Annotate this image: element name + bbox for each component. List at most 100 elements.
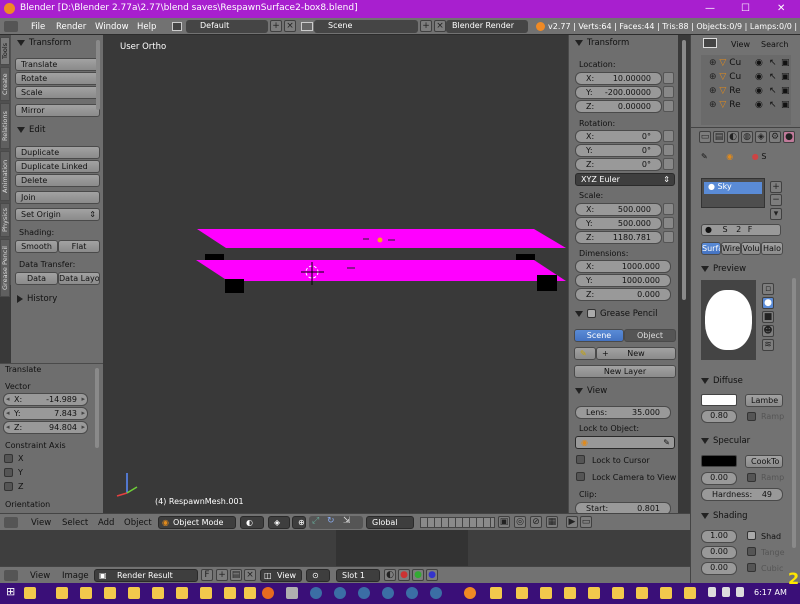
preview-cube-icon[interactable]: ■ [762,311,774,323]
rotation-z-field[interactable]: Z: 0° [575,158,662,171]
n-transform-header[interactable]: Transform [575,38,629,48]
maximize-button[interactable]: ☐ [741,3,750,14]
eye-icon[interactable]: ◉ [755,100,763,110]
dimension-y-field[interactable]: Y: 1000.000 [575,274,671,287]
toolshelf-scrollbar[interactable] [96,40,100,110]
scale-y-field[interactable]: Y: 500.000 [575,217,662,230]
dimension-z-field[interactable]: Z: 0.000 [575,288,671,301]
lock-rot-y-icon[interactable] [663,144,674,156]
taskbar-app-icon[interactable] [660,587,672,599]
operator-scrollbar[interactable] [95,368,99,448]
rotation-y-field[interactable]: Y: 0° [575,144,662,157]
scene-tab-icon[interactable]: ◐ [727,131,739,143]
tray-icon[interactable] [722,587,730,597]
material-datablock-row[interactable]: ● S 2 F [701,224,781,236]
history-panel-header[interactable]: History [17,294,57,304]
smooth-button[interactable]: Smooth [15,240,58,253]
shading-panel-header[interactable]: Shading [701,511,748,521]
menu-help[interactable]: Help [137,22,156,32]
lock-z-icon[interactable] [663,100,674,112]
volume-tab[interactable]: Volu [741,242,761,255]
preview-plane-icon[interactable]: ▫ [762,283,774,295]
rotation-mode-select[interactable]: XYZ Euler ⇕ [575,173,675,186]
preview-sphere-icon[interactable]: ● [762,297,774,309]
tangent-checkbox[interactable] [747,547,756,556]
grease-pencil-header[interactable]: Grease Pencil [575,309,658,319]
lock-scale-y-icon[interactable] [663,217,674,229]
outliner-view-menu[interactable]: View [731,40,750,49]
manipulator-toggle[interactable]: ⊕ [292,516,306,529]
modifier-tab-icon[interactable]: ⚙ [769,131,781,143]
taskbar-app-icon[interactable] [564,587,576,599]
menu-view[interactable]: View [31,518,51,528]
tab-relations[interactable]: Relations [0,103,10,149]
slot-select[interactable]: Slot 1 [336,569,380,582]
shading-select[interactable]: ◐ [240,516,264,529]
taskbar-app-icon[interactable] [80,587,92,599]
steam-icon[interactable] [334,587,346,599]
menu-render[interactable]: Render [56,22,86,32]
lock-scale-x-icon[interactable] [663,203,674,215]
image-menu-view[interactable]: View [30,571,50,581]
constraint-x-checkbox[interactable] [4,454,13,463]
properties-scrollbar[interactable] [792,278,796,548]
hardness-field[interactable]: Hardness: 49 [701,488,783,501]
remove-material-slot-button[interactable]: − [770,194,782,206]
pivot-select[interactable]: ◈ [268,516,290,529]
taskbar-app-icon[interactable] [636,587,648,599]
cursor-icon[interactable]: ↖ [769,100,777,110]
specular-color-swatch[interactable] [701,455,737,467]
steam-icon[interactable] [310,587,322,599]
editor-type-icon[interactable] [4,570,18,581]
gp-brush-button[interactable]: ✎ [574,347,596,360]
translucency-field[interactable]: 0.00 [701,562,737,575]
wire-tab[interactable]: Wire [721,242,741,255]
eye-icon[interactable]: ◉ [755,72,763,82]
lock-to-cursor-checkbox[interactable] [576,455,585,464]
vector-y-field[interactable]: ◂ Y: 7.843 ▸ [3,407,88,420]
location-z-field[interactable]: Z: 0.00000 [575,100,662,113]
unlink-image-button[interactable]: × [244,569,256,581]
duplicate-button[interactable]: Duplicate [15,146,100,159]
cursor-icon[interactable]: ↖ [769,58,777,68]
pin-icon[interactable]: ✎ [701,152,708,161]
add-scene-button[interactable]: + [420,20,432,32]
steam-icon[interactable] [358,587,370,599]
eyedropper-icon[interactable]: ✎ [663,438,670,447]
render-engine-select[interactable]: Blender Render [446,20,528,33]
constraint-z-checkbox[interactable] [4,482,13,491]
grease-pencil-checkbox[interactable] [587,309,596,318]
taskbar-app-icon[interactable] [176,587,188,599]
firefox-icon[interactable] [262,587,274,599]
outliner-row[interactable]: ⊕ ▽ Cu ◉ ↖ ▣ [709,58,790,70]
lock-x-icon[interactable] [663,72,674,84]
channel-blue-icon[interactable]: ● [426,569,438,581]
diffuse-color-swatch[interactable] [701,394,737,406]
location-x-field[interactable]: X: 10.00000 [575,72,662,85]
layer-grid[interactable] [420,517,495,528]
tab-grease-pencil[interactable]: Grease Pencil [0,239,10,297]
menu-add[interactable]: Add [98,518,114,528]
render-view-icon[interactable]: ▶ [566,516,578,528]
scale-widget-icon[interactable]: ⇲ [343,516,351,526]
new-image-button[interactable]: + [216,569,228,581]
taskbar-app-icon[interactable] [128,587,140,599]
camera-icon[interactable]: ▣ [781,100,790,110]
material-tab-icon[interactable]: ● [783,131,795,143]
data-layout-button[interactable]: Data Layo [58,272,100,285]
menu-select[interactable]: Select [62,518,88,528]
camera-icon[interactable]: ▣ [781,86,790,96]
taskbar-app-icon[interactable] [200,587,212,599]
mode-select[interactable]: ◉ Object Mode [158,516,236,529]
gp-new-button[interactable]: + New [596,347,676,360]
layers-tab-icon[interactable]: ▤ [713,131,725,143]
set-origin-dropdown[interactable]: Set Origin ⇕ [15,208,100,221]
eye-icon[interactable]: ◉ [755,58,763,68]
fake-user-button[interactable]: F [748,225,753,234]
specular-ramp-checkbox[interactable] [747,473,756,482]
3d-viewport[interactable]: User Ortho (4) RespawnMesh.001 [103,35,568,513]
rotate-widget-icon[interactable]: ↻ [327,516,335,526]
location-y-field[interactable]: Y: -200.00000 [575,86,662,99]
open-image-button[interactable]: ▤ [230,569,242,581]
ambient-field[interactable]: 0.00 [701,546,737,559]
